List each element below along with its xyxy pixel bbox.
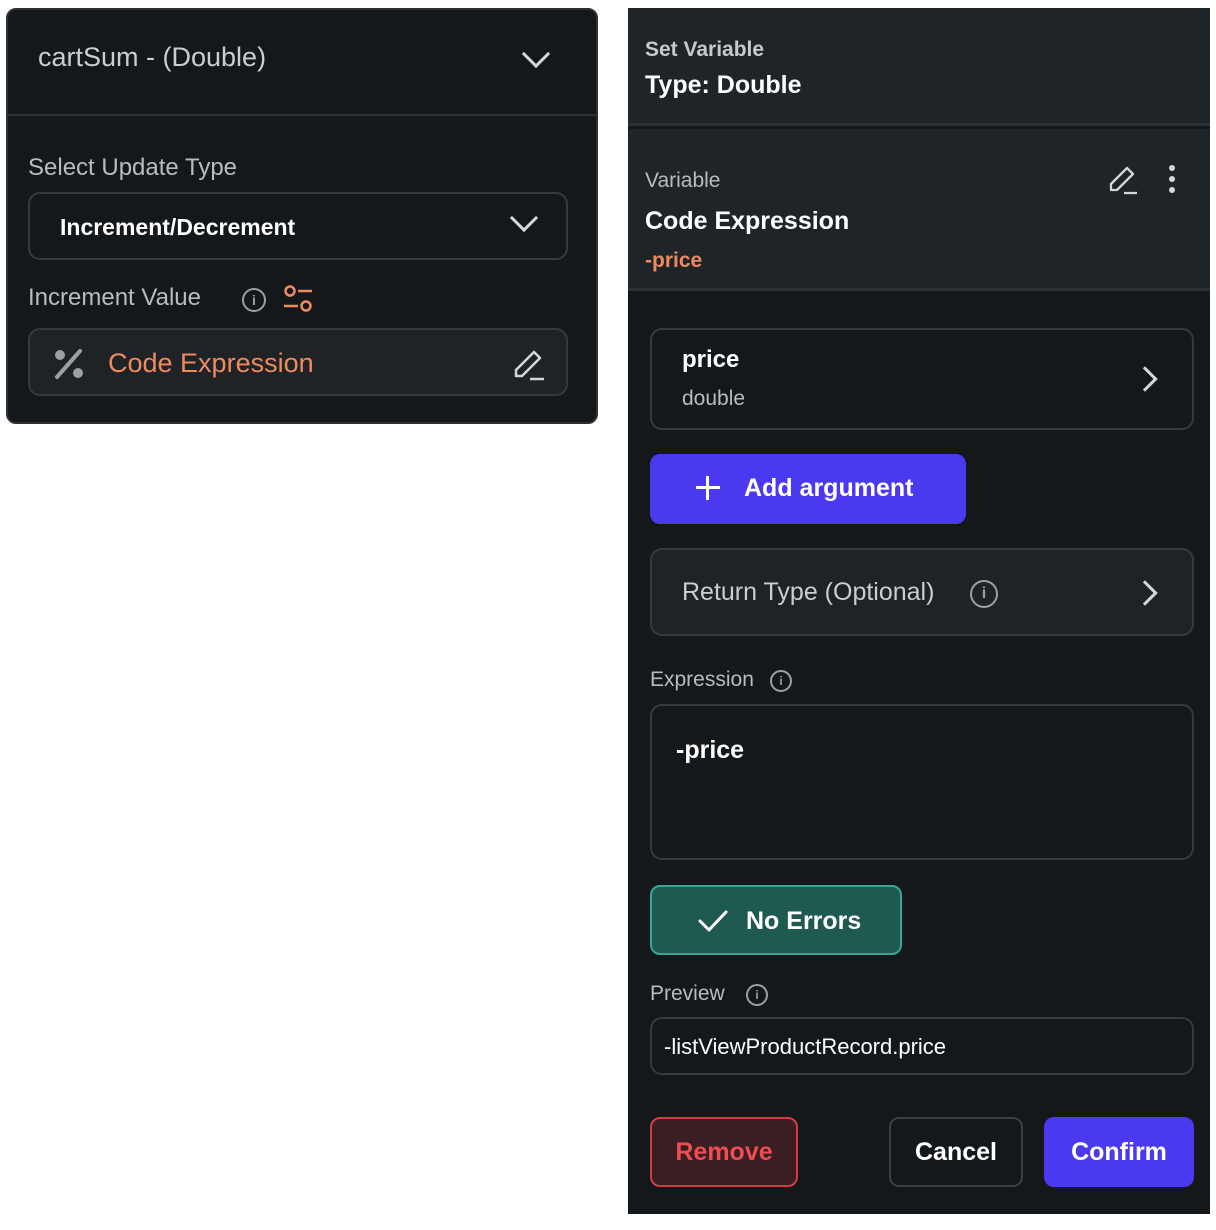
more-vert-icon[interactable] bbox=[1168, 165, 1176, 195]
increment-value-label: Increment Value bbox=[28, 284, 201, 311]
variable-title: Code Expression bbox=[645, 207, 850, 235]
add-argument-label: Add argument bbox=[744, 474, 914, 502]
argument-item[interactable]: price double bbox=[650, 328, 1194, 430]
argument-type: double bbox=[682, 387, 746, 410]
variable-card: Variable Code Expression -price bbox=[628, 129, 1210, 291]
return-type-selector[interactable]: Return Type (Optional) i bbox=[650, 548, 1194, 636]
chevron-down-icon[interactable] bbox=[521, 39, 551, 69]
info-icon[interactable]: i bbox=[770, 670, 792, 692]
preview-field: -listViewProductRecord.price bbox=[650, 1017, 1194, 1075]
increment-value-field[interactable]: Code Expression bbox=[28, 328, 568, 396]
update-type-label: Select Update Type bbox=[28, 154, 238, 181]
chevron-right-icon bbox=[1132, 580, 1158, 606]
info-icon[interactable]: i bbox=[746, 984, 768, 1006]
info-icon[interactable]: i bbox=[970, 580, 998, 608]
expression-label: Expression bbox=[650, 668, 754, 691]
variable-label: Variable bbox=[645, 169, 721, 192]
variable-selector[interactable]: cartSum - (Double) bbox=[8, 10, 596, 116]
variable-selector-label: cartSum - (Double) bbox=[38, 42, 267, 72]
chevron-down-icon[interactable] bbox=[509, 203, 539, 233]
update-type-value: Increment/Decrement bbox=[60, 214, 296, 240]
chevron-right-icon bbox=[1132, 366, 1158, 392]
set-variable-header: Set Variable Type: Double bbox=[628, 8, 1210, 126]
status-badge: No Errors bbox=[650, 885, 902, 955]
confirm-button[interactable]: Confirm bbox=[1044, 1117, 1194, 1187]
check-icon bbox=[698, 910, 728, 932]
argument-name: price bbox=[682, 346, 740, 373]
remove-button[interactable]: Remove bbox=[650, 1117, 798, 1187]
plus-icon bbox=[696, 476, 720, 500]
expression-editor[interactable]: -price bbox=[650, 704, 1194, 860]
add-argument-button[interactable]: Add argument bbox=[650, 454, 966, 524]
variable-value: -price bbox=[645, 249, 703, 272]
expression-text: -price bbox=[676, 736, 745, 764]
increment-value-text: Code Expression bbox=[108, 348, 314, 378]
update-type-dropdown[interactable]: Increment/Decrement bbox=[28, 192, 568, 260]
info-icon[interactable]: i bbox=[242, 288, 266, 312]
set-variable-type: Type: Double bbox=[645, 71, 802, 99]
update-variable-panel: cartSum - (Double) Select Update Type In… bbox=[6, 8, 598, 424]
code-expression-panel: Set Variable Type: Double Variable Code … bbox=[628, 8, 1210, 1214]
return-type-label: Return Type (Optional) bbox=[682, 578, 935, 606]
preview-text: -listViewProductRecord.price bbox=[664, 1034, 947, 1059]
preview-label: Preview bbox=[650, 982, 725, 1005]
status-text: No Errors bbox=[746, 907, 862, 935]
pencil-icon[interactable] bbox=[1106, 163, 1140, 197]
percent-icon bbox=[55, 349, 83, 379]
pencil-icon[interactable] bbox=[510, 346, 548, 384]
cancel-button[interactable]: Cancel bbox=[889, 1117, 1023, 1187]
tune-icon[interactable] bbox=[282, 284, 314, 314]
set-variable-label: Set Variable bbox=[645, 38, 765, 61]
